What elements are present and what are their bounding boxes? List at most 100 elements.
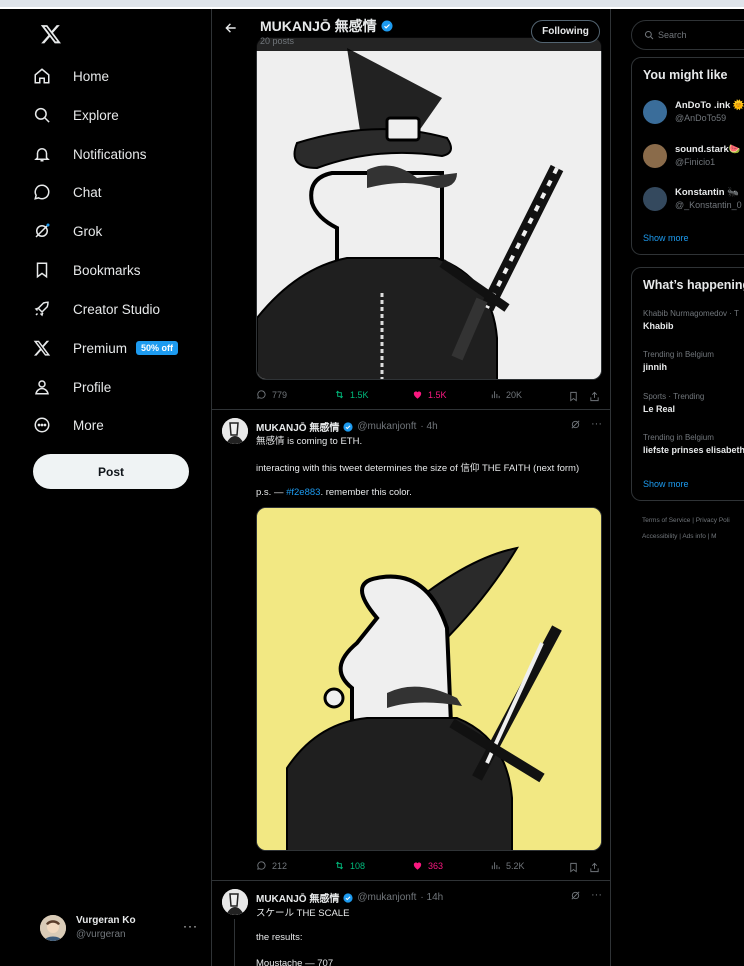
ps-prefix: p.s. — xyxy=(256,487,287,498)
like-button[interactable]: 1.5K xyxy=(412,389,447,400)
reply-count: 212 xyxy=(272,860,288,871)
nav-creator-studio[interactable]: Creator Studio xyxy=(33,294,160,324)
avatar xyxy=(643,187,667,211)
suggested-name: sound.stark🍉 xyxy=(675,144,741,155)
verified-badge-icon xyxy=(343,892,353,903)
nav-profile[interactable]: Profile xyxy=(33,372,111,402)
card-title: What’s happening xyxy=(643,278,744,292)
grok-icon[interactable] xyxy=(570,890,581,901)
post-button[interactable]: Post xyxy=(33,454,189,489)
nav-label: Explore xyxy=(73,107,119,123)
nav-grok[interactable]: Grok xyxy=(33,216,102,246)
search-input[interactable]: Search xyxy=(631,20,744,50)
tweet-author[interactable]: MUKANJŌ 無感情 @mukanjonft · 14h xyxy=(256,890,443,905)
nav-explore[interactable]: Explore xyxy=(33,100,119,130)
tweet-text-line: Moustache — 707 xyxy=(256,958,334,966)
avatar xyxy=(40,915,66,941)
trend-item[interactable]: Khabib Nurmagomedov · T Khabib xyxy=(643,309,744,331)
bookmark-icon[interactable] xyxy=(568,391,579,402)
views-button[interactable]: 5.2K xyxy=(490,860,525,871)
repost-icon xyxy=(335,861,344,870)
account-handle: @vurgeran xyxy=(76,929,126,940)
views-chart-icon xyxy=(491,391,500,399)
tweet-author[interactable]: MUKANJŌ 無感情 @mukanjonft · 4h xyxy=(256,419,438,434)
card-title: You might like xyxy=(643,68,728,82)
avatar xyxy=(643,100,667,124)
tweet-actions: 212 108 363 5.2K xyxy=(256,860,602,876)
who-to-follow-card: You might like AnDoTo .ink 🌞 @AnDoTo59 s… xyxy=(631,57,744,255)
like-count: 1.5K xyxy=(428,389,447,400)
trend-name: jinnih xyxy=(643,362,667,372)
trend-name: Le Real xyxy=(643,404,676,414)
x-logo-icon[interactable] xyxy=(40,23,62,45)
following-button[interactable]: Following xyxy=(531,20,600,43)
nav-notifications[interactable]: Notifications xyxy=(33,139,147,169)
account-switcher[interactable]: Vurgeran Ko @vurgeran ··· xyxy=(40,911,200,945)
x-logo-icon xyxy=(33,340,51,356)
footer-links[interactable]: Accessibility | Ads info | M xyxy=(642,533,717,540)
tweet-text-line: 無感情 is coming to ETH. xyxy=(256,436,363,447)
trend-name: Khabib xyxy=(643,321,674,331)
suggested-account[interactable]: AnDoTo .ink 🌞 @AnDoTo59 xyxy=(643,98,744,128)
suggested-handle: @Finicio1 xyxy=(675,157,716,167)
nav-bookmarks[interactable]: Bookmarks xyxy=(33,255,141,285)
heart-icon xyxy=(413,391,422,399)
reply-icon xyxy=(257,390,266,399)
views-button[interactable]: 20K xyxy=(490,389,522,400)
repost-button[interactable]: 1.5K xyxy=(334,389,369,400)
hashtag-link[interactable]: #f2e883 xyxy=(286,487,320,498)
footer-links[interactable]: Terms of Service | Privacy Poli xyxy=(642,517,730,524)
ps-suffix: . remember this color. xyxy=(320,487,412,498)
verified-badge-icon xyxy=(381,20,393,32)
nav-label: Home xyxy=(73,68,110,84)
show-more-link[interactable]: Show more xyxy=(643,479,689,489)
more-dots-icon[interactable]: ··· xyxy=(591,418,602,430)
repost-icon xyxy=(335,390,344,399)
nav-label: Notifications xyxy=(73,146,147,162)
suggested-account[interactable]: Konstantin 🐜 @_Konstantin_0 xyxy=(643,185,744,215)
views-chart-icon xyxy=(491,862,500,870)
search-placeholder: Search xyxy=(658,30,687,40)
tweet-text-line: interacting with this tweet determines t… xyxy=(256,463,580,474)
author-handle: @mukanjonft xyxy=(357,892,417,903)
suggested-handle: @_Konstantin_0 xyxy=(675,200,742,210)
tweet-time: · 14h xyxy=(420,892,444,903)
tweet-image-unicorn[interactable] xyxy=(256,507,602,851)
share-icon[interactable] xyxy=(589,391,600,402)
show-more-link[interactable]: Show more xyxy=(643,233,689,243)
nav-chat[interactable]: Chat xyxy=(33,177,102,207)
more-dots-icon[interactable]: ··· xyxy=(591,889,602,901)
chat-bubble-icon xyxy=(34,184,50,200)
nav-more[interactable]: More xyxy=(33,410,104,440)
avatar[interactable] xyxy=(222,889,248,915)
nav-home[interactable]: Home xyxy=(33,61,109,91)
trend-item[interactable]: Sports · Trending Le Real xyxy=(643,392,744,414)
reply-button[interactable]: 212 xyxy=(256,860,287,871)
trend-item[interactable]: Trending in Belgium jinnih xyxy=(643,350,744,372)
share-icon[interactable] xyxy=(589,862,600,873)
back-arrow-icon[interactable] xyxy=(224,21,238,35)
nav-premium[interactable]: Premium 50% off xyxy=(33,333,179,363)
verified-badge-icon xyxy=(343,421,353,432)
tweet-time: · 4h xyxy=(420,421,438,432)
bookmark-icon[interactable] xyxy=(568,862,579,873)
more-dots-icon[interactable]: ··· xyxy=(183,919,198,933)
nav-label: Profile xyxy=(73,379,112,395)
trend-name: liefste prinses elisabeth xyxy=(643,445,744,455)
reply-icon xyxy=(257,861,266,870)
trend-item[interactable]: Trending in Belgium liefste prinses elis… xyxy=(643,433,744,455)
like-button[interactable]: 363 xyxy=(412,860,443,871)
trends-card: What’s happening Khabib Nurmagomedov · T… xyxy=(631,267,744,501)
bookmark-icon xyxy=(36,262,48,279)
avatar[interactable] xyxy=(222,418,248,444)
trend-meta: Khabib Nurmagomedov · T xyxy=(643,309,739,318)
more-circle-icon xyxy=(34,417,50,433)
grok-icon[interactable] xyxy=(570,419,581,430)
repost-button[interactable]: 108 xyxy=(334,860,365,871)
reply-button[interactable]: 779 xyxy=(256,389,287,400)
suggested-account[interactable]: sound.stark🍉 @Finicio1 xyxy=(643,142,744,172)
bell-icon xyxy=(34,148,50,162)
right-sidebar: Search You might like AnDoTo .ink 🌞 @AnD… xyxy=(631,9,744,966)
profile-header: MUKANJŌ 無感情 20 posts Following xyxy=(212,9,610,51)
tweet-image-wizard[interactable] xyxy=(256,37,602,380)
